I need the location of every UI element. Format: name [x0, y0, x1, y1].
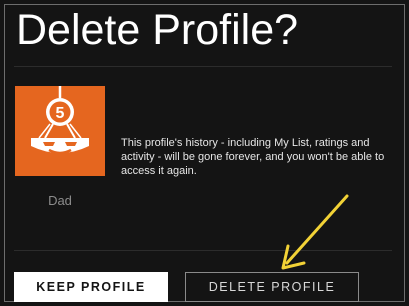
- yellow-arrow-annotation: [281, 194, 349, 270]
